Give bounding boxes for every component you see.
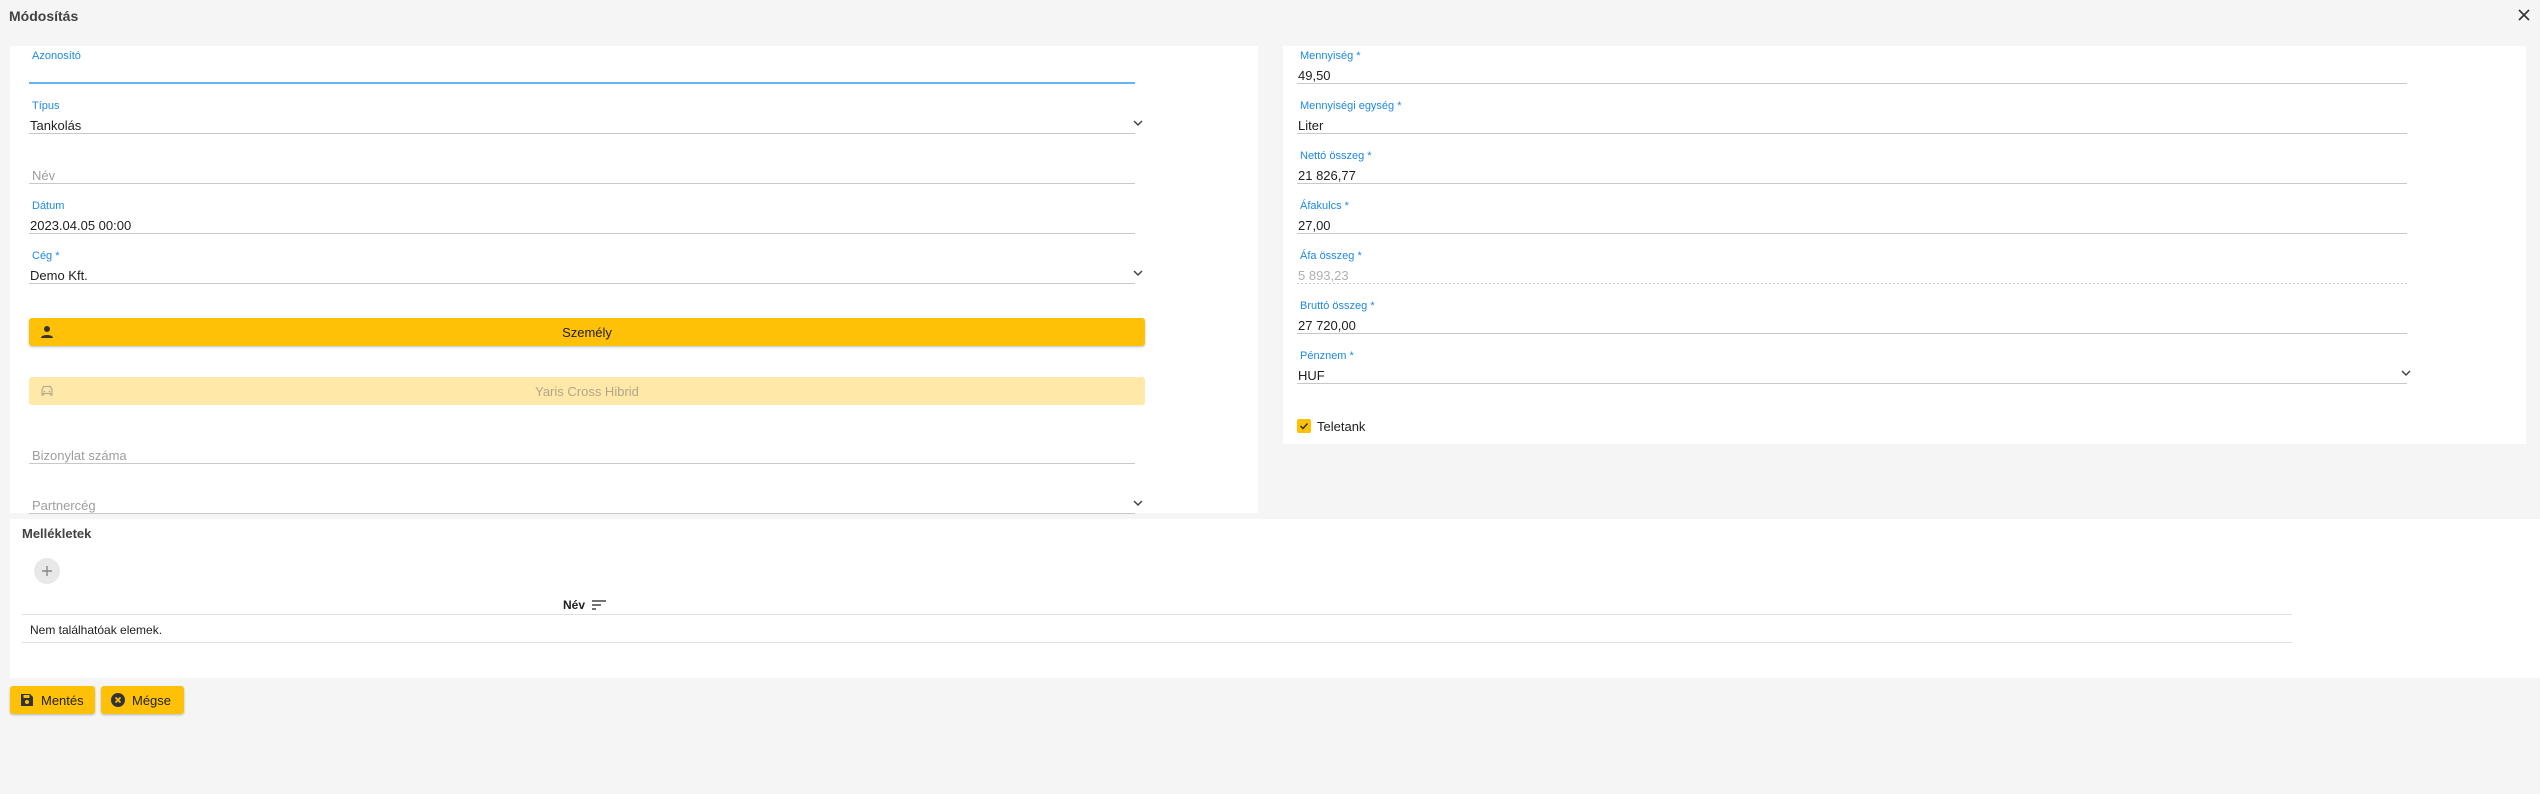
- save-button-label: Mentés: [41, 692, 84, 708]
- vehicle-button[interactable]: Yaris Cross Hibrid: [29, 377, 1145, 405]
- car-icon: [41, 385, 53, 396]
- partnerceg-select[interactable]: Partnercég: [29, 480, 1145, 514]
- vehicle-button-label: Yaris Cross Hibrid: [535, 383, 639, 399]
- table-row: Nem találhatóak elemek.: [22, 616, 2292, 643]
- save-icon: [21, 694, 33, 706]
- close-button[interactable]: [2511, 2, 2537, 28]
- teletank-checkbox[interactable]: Teletank: [1297, 417, 1365, 435]
- cancel-button-label: Mégse: [132, 692, 172, 708]
- attachments-title: Mellékletek: [22, 526, 92, 541]
- amount-form-panel: Mennyiség * 49,50 Mennyiségi egység * Li…: [1283, 46, 2526, 444]
- chevron-down-icon: [1133, 120, 1143, 127]
- tipus-label: Típus: [32, 100, 60, 112]
- dialog-header: Módosítás: [0, 0, 2540, 34]
- mennyiseg-field[interactable]: Mennyiség * 49,50: [1297, 50, 2407, 84]
- afakulcs-label: Áfakulcs *: [1300, 200, 1349, 212]
- main-form-panel: Azonosító Típus Tankolás Név Dátum 2023.…: [10, 46, 1258, 514]
- brutto-field[interactable]: Bruttó összeg * 27 720,00: [1297, 300, 2407, 334]
- penznem-value: HUF: [1298, 368, 1325, 383]
- ceg-select[interactable]: Cég * Demo Kft.: [29, 250, 1145, 284]
- chevron-down-icon: [2401, 370, 2411, 377]
- mennyisegi-egyseg-label: Mennyiségi egység *: [1300, 100, 1402, 112]
- bizonylat-field[interactable]: Bizonylat száma: [29, 430, 1135, 464]
- tipus-value: Tankolás: [30, 118, 82, 133]
- bizonylat-placeholder: Bizonylat száma: [32, 448, 127, 463]
- close-icon: [2518, 9, 2530, 21]
- add-attachment-button[interactable]: [34, 558, 60, 584]
- ceg-label: Cég *: [32, 250, 60, 262]
- column-header-nev-label: Név: [563, 598, 586, 612]
- teletank-label: Teletank: [1317, 418, 1366, 434]
- netto-field[interactable]: Nettó összeg * 21 826,77: [1297, 150, 2407, 184]
- cancel-circle-icon: [111, 693, 125, 707]
- azonosito-field[interactable]: Azonosító: [29, 50, 1135, 84]
- person-icon: [41, 326, 53, 338]
- afa-osszeg-value: 5 893,23: [1298, 268, 1349, 283]
- azonosito-label: Azonosító: [32, 50, 81, 62]
- mennyiseg-value: 49,50: [1298, 68, 1331, 83]
- szemely-button[interactable]: Személy: [29, 318, 1145, 346]
- plus-icon: [42, 566, 52, 576]
- dialog-title: Módosítás: [9, 8, 79, 24]
- netto-value: 21 826,77: [1298, 168, 1356, 183]
- empty-message: Nem találhatóak elemek.: [30, 623, 163, 637]
- sort-icon: [592, 600, 607, 610]
- penznem-label: Pénznem *: [1300, 350, 1354, 362]
- datum-value: 2023.04.05 00:00: [30, 218, 132, 233]
- afakulcs-field[interactable]: Áfakulcs * 27,00: [1297, 200, 2407, 234]
- attachments-panel: Mellékletek Név Nem találhatóak elemek.: [10, 519, 2540, 678]
- mennyisegi-egyseg-field[interactable]: Mennyiségi egység * Liter: [1297, 100, 2407, 134]
- checkbox-checked-icon: [1297, 419, 1311, 433]
- afa-osszeg-field: Áfa összeg * 5 893,23: [1297, 250, 2407, 284]
- nev-placeholder: Név: [32, 168, 56, 183]
- tipus-select[interactable]: Típus Tankolás: [29, 100, 1145, 134]
- brutto-value: 27 720,00: [1298, 318, 1356, 333]
- ceg-value: Demo Kft.: [30, 268, 88, 283]
- partnerceg-placeholder: Partnercég: [32, 498, 96, 513]
- attachments-table-header: Név: [22, 595, 2292, 615]
- save-button[interactable]: Mentés: [10, 686, 95, 714]
- column-header-nev[interactable]: Név: [563, 598, 607, 612]
- datum-label: Dátum: [32, 200, 65, 212]
- mennyiseg-label: Mennyiség *: [1300, 50, 1361, 62]
- penznem-select[interactable]: Pénznem * HUF: [1297, 350, 2413, 384]
- chevron-down-icon: [1133, 270, 1143, 277]
- datum-field[interactable]: Dátum 2023.04.05 00:00: [29, 200, 1135, 234]
- mennyisegi-egyseg-value: Liter: [1298, 118, 1324, 133]
- brutto-label: Bruttó összeg *: [1300, 300, 1375, 312]
- nev-field[interactable]: Név: [29, 150, 1135, 184]
- netto-label: Nettó összeg *: [1300, 150, 1372, 162]
- chevron-down-icon: [1133, 500, 1143, 507]
- szemely-button-label: Személy: [562, 324, 612, 340]
- cancel-button[interactable]: Mégse: [101, 686, 184, 714]
- afa-osszeg-label: Áfa összeg *: [1300, 250, 1362, 262]
- afakulcs-value: 27,00: [1298, 218, 1331, 233]
